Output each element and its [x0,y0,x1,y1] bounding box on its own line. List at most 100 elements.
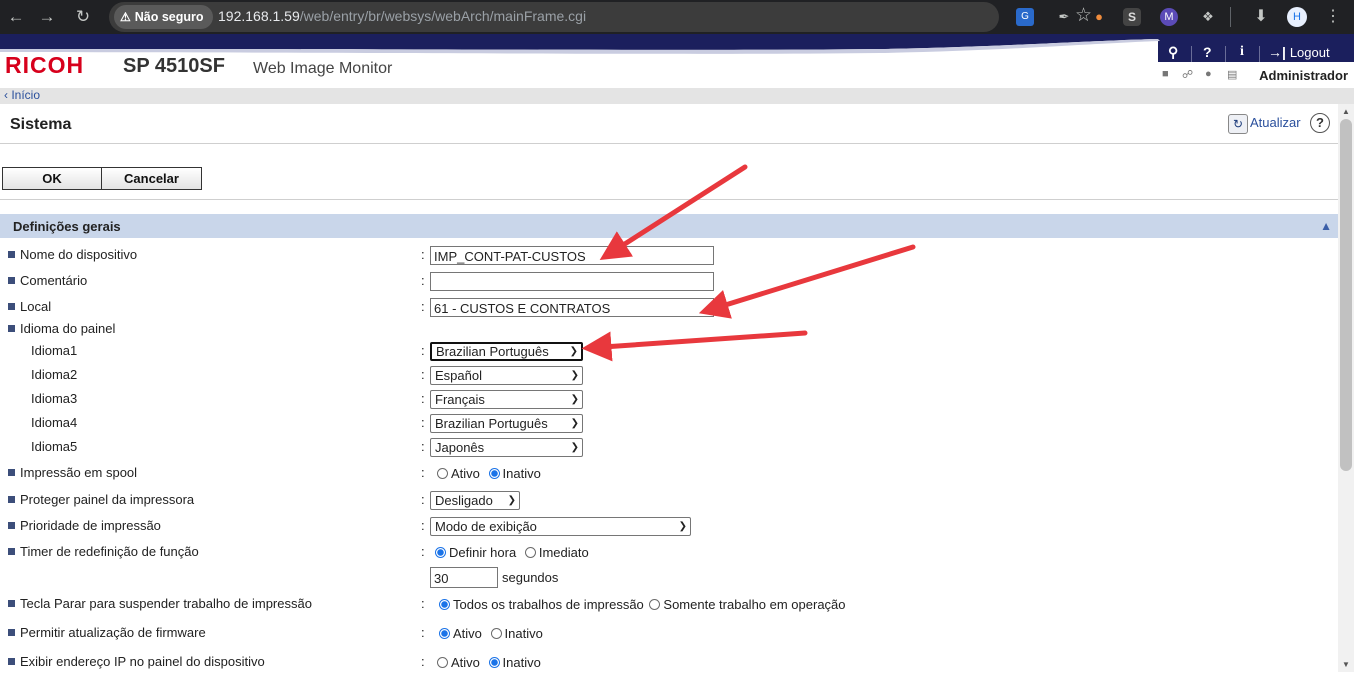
firmware-inactive-label[interactable]: Inativo [505,626,543,641]
colon: : [421,439,425,454]
vertical-scrollbar[interactable]: ▲ ▼ [1338,104,1354,672]
row-stop-key: Tecla Parar para suspender trabalho de i… [0,595,1338,615]
immediate-radio[interactable] [524,547,536,558]
language-4-value: Brazilian Português [435,416,548,431]
eyedropper-extension-icon[interactable]: ✒ [1053,6,1075,28]
extensions-puzzle-icon[interactable]: ❖ [1197,6,1219,28]
extension-orange-icon[interactable]: ● [1088,6,1110,28]
set-time-radio[interactable] [435,547,446,558]
help-icon[interactable]: ? [1310,113,1330,133]
colon: : [421,465,425,480]
collapse-triangle-icon[interactable]: ▲ [1320,219,1332,233]
chevron-down-icon: ❯ [570,442,579,453]
translate-extension-icon[interactable]: G [1016,8,1034,26]
colon: : [421,544,425,559]
breadcrumb[interactable]: ‹ Início [4,88,40,102]
language-1-select[interactable]: Brazilian Português ❯ [430,342,583,361]
show-ip-radio-group: Ativo Inativo [437,655,546,670]
chevron-down-icon: ❯ [570,370,579,381]
reset-timer-radio-group: Definir hora Imediato [435,545,594,560]
print-priority-select[interactable]: Modo de exibição ❯ [430,517,691,536]
cancel-button[interactable]: Cancelar [101,167,202,190]
firmware-active-radio[interactable] [439,628,450,639]
seconds-input[interactable]: 30 [430,567,498,588]
show-ip-inactive-label[interactable]: Inativo [503,655,541,670]
ok-button[interactable]: OK [2,167,102,190]
all-jobs-radio[interactable] [439,599,450,610]
device-name-label: Nome do dispositivo [20,247,138,262]
colon: : [421,492,425,507]
chevron-down-icon: ❯ [507,495,516,506]
row-protect-panel: Proteger painel da impressora : Desligad… [0,491,1338,511]
refresh-label[interactable]: Atualizar [1250,115,1301,130]
scroll-down-icon[interactable]: ▼ [1342,660,1350,669]
breadcrumb-home-link[interactable]: Início [11,88,40,102]
address-bar[interactable]: ⚠ Não seguro 192.168.1.59/web/entry/br/we… [109,2,1092,32]
bullet-icon [8,629,15,636]
download-icon[interactable]: ⬇ [1250,6,1272,28]
language-2-label: Idioma2 [31,367,78,382]
security-chip[interactable]: ⚠ Não seguro [114,5,213,29]
colon: : [421,299,425,314]
row-reset-timer-seconds: 30 segundos [0,567,1338,588]
page-title: Sistema [10,116,72,133]
protect-panel-value: Desligado [435,493,493,508]
location-label: Local [20,299,52,314]
extension-s-icon[interactable]: S [1123,8,1141,26]
row-language-5: Idioma5 : Japonês ❯ [0,438,1338,458]
language-4-select[interactable]: Brazilian Português ❯ [430,414,583,433]
refresh-icon[interactable]: ↻ [1228,114,1248,134]
extension-m-icon[interactable]: M [1160,8,1178,26]
spool-label: Impressão em spool [20,465,138,480]
row-location: Local : 61 - CUSTOS E CONTRATOS [0,298,1338,318]
device-name-input[interactable]: IMP_CONT-PAT-CUSTOS [430,246,714,265]
spool-active-label[interactable]: Ativo [451,466,480,481]
row-show-ip: Exibir endereço IP no painel do disposit… [0,653,1338,673]
comment-input[interactable] [430,272,714,291]
spool-inactive-label[interactable]: Inativo [503,466,541,481]
main-content: Sistema ↻ Atualizar ? OK Cancelar Defini… [0,104,1338,672]
set-time-label[interactable]: Definir hora [449,545,516,560]
scrollbar-thumb[interactable] [1340,119,1352,471]
language-4-label: Idioma4 [31,415,78,430]
current-job-label[interactable]: Somente trabalho em operação [663,597,845,612]
stop-key-radio-group: Todos os trabalhos de impressão Somente … [439,597,851,612]
network-icon: ☍ [1182,69,1194,81]
firmware-active-label[interactable]: Ativo [453,626,482,641]
spool-inactive-radio[interactable] [488,468,500,479]
model-name: SP 4510SF [123,55,225,77]
colon: : [421,247,425,262]
section-header[interactable]: Definições gerais ▲ [0,214,1338,238]
language-2-value: Español [435,368,482,383]
colon: : [421,343,425,358]
language-3-select[interactable]: Français ❯ [430,390,583,409]
url-text[interactable]: 192.168.1.59/web/entry/br/websys/webArch… [218,8,586,24]
print-priority-label: Prioridade de impressão [20,518,161,533]
language-2-select[interactable]: Español ❯ [430,366,583,385]
current-job-radio[interactable] [649,599,661,610]
browser-toolbar: ← → ↻ ⚠ Não seguro 192.168.1.59/web/entry… [0,0,1354,34]
breadcrumb-bar: ‹ Início [0,88,1354,104]
bullet-icon [8,658,15,665]
immediate-label[interactable]: Imediato [539,545,589,560]
language-5-select[interactable]: Japonês ❯ [430,438,583,457]
show-ip-active-radio[interactable] [437,657,448,668]
back-icon[interactable]: ← [2,3,30,31]
show-ip-active-label[interactable]: Ativo [451,655,480,670]
all-jobs-label[interactable]: Todos os trabalhos de impressão [453,597,644,612]
row-print-priority: Prioridade de impressão : Modo de exibiç… [0,517,1338,537]
menu-kebab-icon[interactable]: ⋮ [1322,6,1344,28]
comment-label: Comentário [20,273,88,288]
location-input[interactable]: 61 - CUSTOS E CONTRATOS [430,298,714,317]
document-icon: ▤ [1227,69,1238,81]
spool-active-radio[interactable] [437,468,448,479]
protect-panel-select[interactable]: Desligado ❯ [430,491,520,510]
profile-avatar-icon[interactable]: H [1287,7,1307,27]
forward-icon[interactable]: → [33,3,61,31]
firmware-inactive-radio[interactable] [490,628,502,639]
reload-icon[interactable]: ↻ [69,3,97,31]
colon: : [421,654,425,669]
language-5-label: Idioma5 [31,439,78,454]
scroll-up-icon[interactable]: ▲ [1342,107,1350,116]
show-ip-inactive-radio[interactable] [488,657,500,668]
